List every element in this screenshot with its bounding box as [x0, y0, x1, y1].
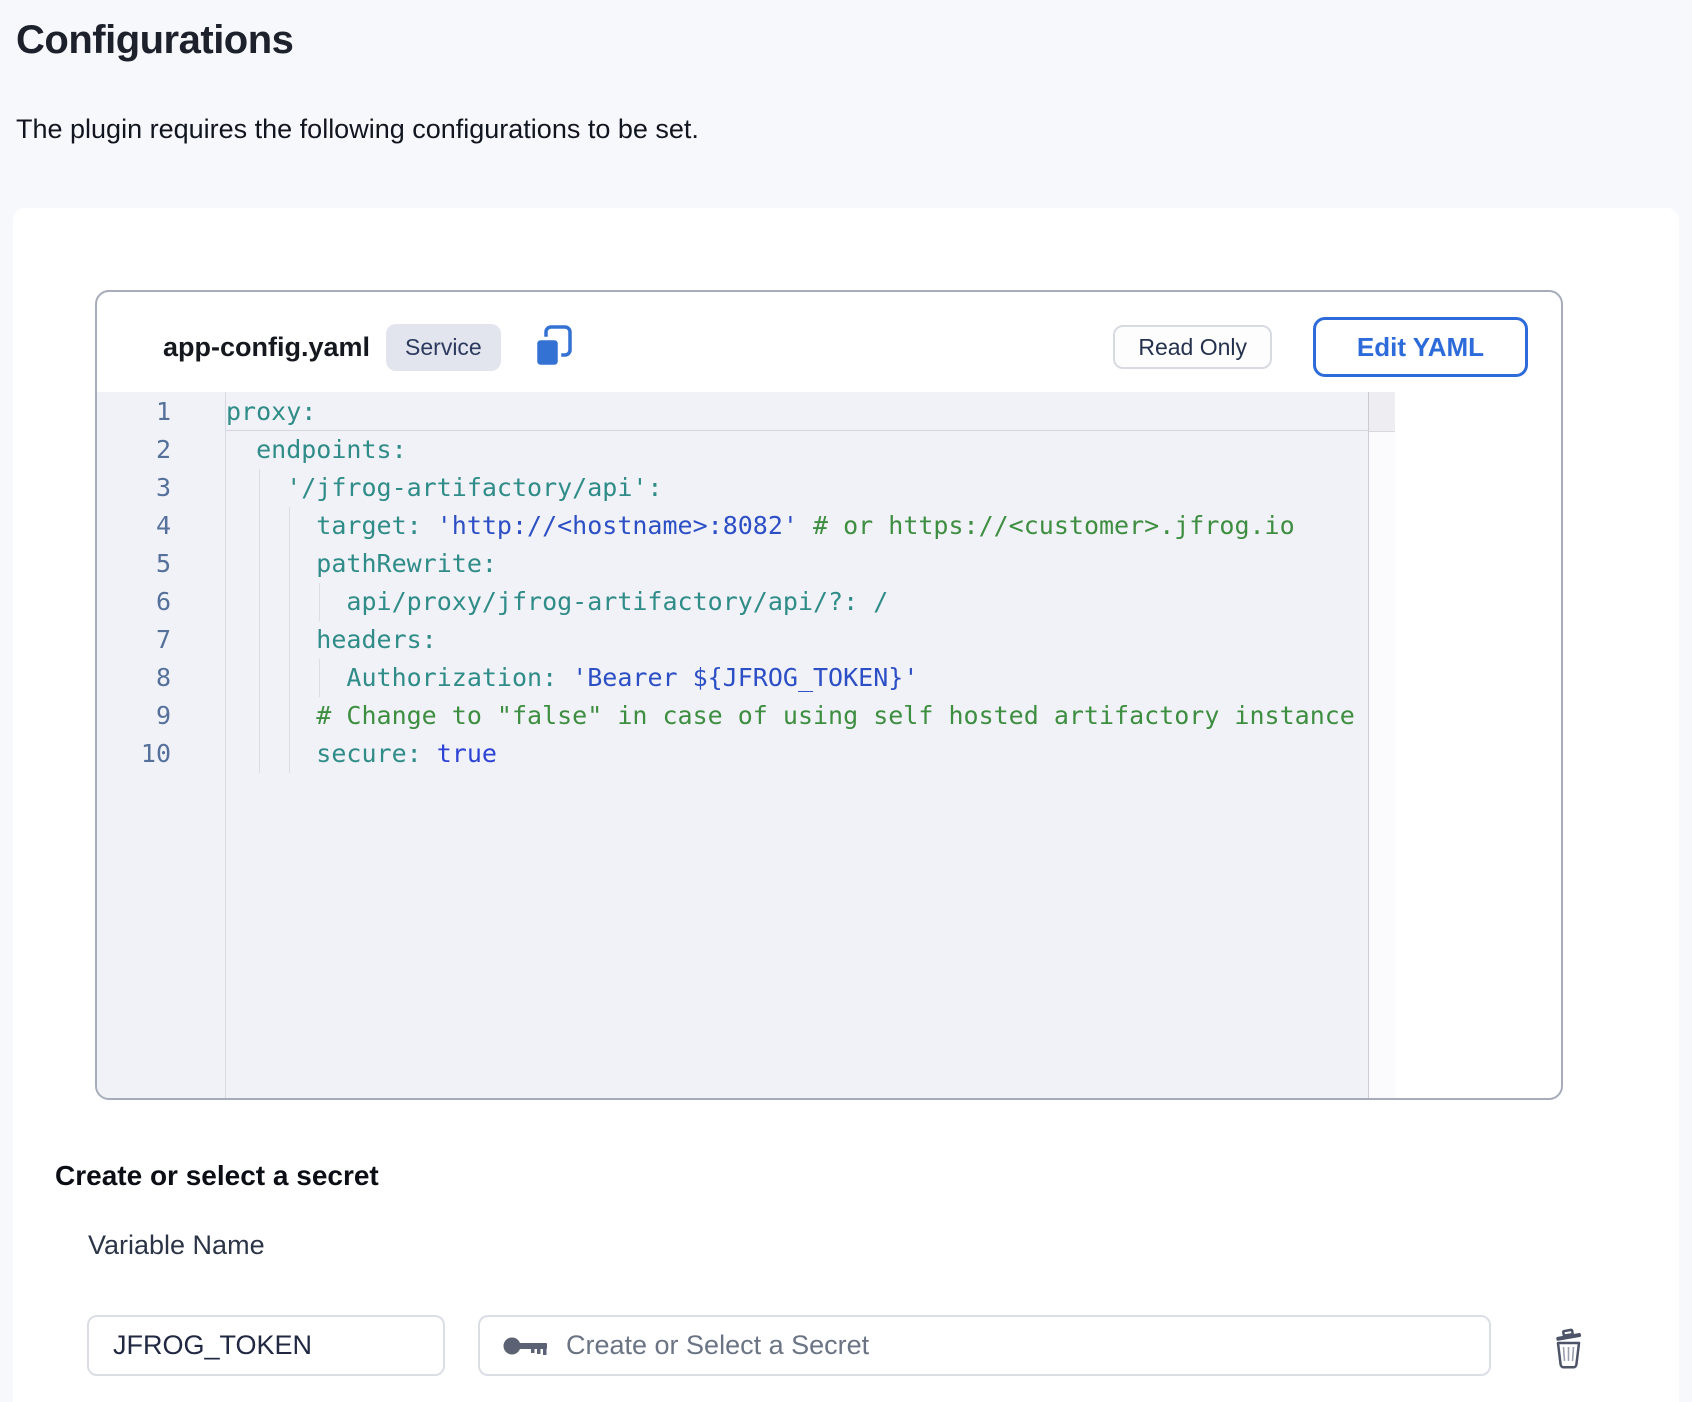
indent-guide: [289, 507, 290, 545]
code-line: 4 target: 'http://<hostname>:8082' # or …: [97, 507, 1368, 545]
line-number: 8: [97, 659, 226, 697]
indent-guide: [259, 583, 260, 621]
editor-scrollbar-corner: [1369, 392, 1395, 432]
indent-guide: [259, 697, 260, 735]
indent-guide: [289, 659, 290, 697]
code-line-text: '/jfrog-artifactory/api':: [226, 469, 1368, 507]
indent-guide: [259, 621, 260, 659]
code-line: 6 api/proxy/jfrog-artifactory/api/?: /: [97, 583, 1368, 621]
code-line-text: secure: true: [226, 735, 1368, 773]
trash-icon: [1549, 1326, 1587, 1370]
code-line: 9 # Change to "false" in case of using s…: [97, 697, 1368, 735]
code-line-text: proxy:: [226, 393, 1368, 431]
editor-card-header: app-config.yaml Service Read Only Edit Y…: [163, 316, 1528, 378]
edit-yaml-button[interactable]: Edit YAML: [1313, 317, 1528, 377]
code-line-text: headers:: [226, 621, 1368, 659]
code-line: 5 pathRewrite:: [97, 545, 1368, 583]
indent-guide: [289, 735, 290, 773]
line-number: 10: [97, 735, 226, 773]
code-line: 8 Authorization: 'Bearer ${JFROG_TOKEN}': [97, 659, 1368, 697]
indent-guide: [289, 583, 290, 621]
line-number: 2: [97, 431, 226, 469]
editor-scrollbar[interactable]: [1368, 392, 1395, 1098]
line-number: 9: [97, 697, 226, 735]
editor-card: app-config.yaml Service Read Only Edit Y…: [95, 290, 1563, 1100]
code-lines: 1proxy:2 endpoints:3 '/jfrog-artifactory…: [97, 393, 1368, 773]
code-line-text: pathRewrite:: [226, 545, 1368, 583]
indent-guide: [319, 583, 320, 621]
indent-guide: [289, 621, 290, 659]
line-number: 6: [97, 583, 226, 621]
code-line: 2 endpoints:: [97, 431, 1368, 469]
code-line-text: # Change to "false" in case of using sel…: [226, 697, 1368, 735]
secret-section-heading: Create or select a secret: [55, 1160, 379, 1192]
line-number: 4: [97, 507, 226, 545]
indent-guide: [289, 697, 290, 735]
page-title: Configurations: [16, 18, 293, 63]
indent-guide: [259, 507, 260, 545]
copy-icon: [532, 324, 574, 370]
indent-guide: [259, 545, 260, 583]
secret-select-placeholder: Create or Select a Secret: [566, 1330, 869, 1361]
delete-secret-button[interactable]: [1545, 1325, 1591, 1371]
content-panel: app-config.yaml Service Read Only Edit Y…: [13, 208, 1679, 1402]
indent-guide: [289, 545, 290, 583]
indent-guide: [259, 735, 260, 773]
secret-select-input[interactable]: Create or Select a Secret: [478, 1315, 1491, 1376]
service-badge: Service: [386, 324, 501, 371]
line-number: 7: [97, 621, 226, 659]
read-only-button[interactable]: Read Only: [1113, 325, 1272, 369]
variable-name-input[interactable]: [87, 1315, 445, 1376]
variable-name-label: Variable Name: [88, 1230, 265, 1261]
code-line: 7 headers:: [97, 621, 1368, 659]
copy-button[interactable]: [532, 324, 574, 370]
code-line: 10 secure: true: [97, 735, 1368, 773]
line-number: 1: [97, 393, 226, 431]
indent-guide: [259, 469, 260, 507]
code-line-text: Authorization: 'Bearer ${JFROG_TOKEN}': [226, 659, 1368, 697]
key-icon: [502, 1333, 550, 1359]
file-name: app-config.yaml: [163, 332, 370, 363]
page-subtitle: The plugin requires the following config…: [16, 114, 699, 145]
code-editor[interactable]: 1proxy:2 endpoints:3 '/jfrog-artifactory…: [97, 392, 1395, 1098]
code-line-text: api/proxy/jfrog-artifactory/api/?: /: [226, 583, 1368, 621]
code-line-text: target: 'http://<hostname>:8082' # or ht…: [226, 507, 1368, 545]
indent-guide: [319, 659, 320, 697]
code-line: 1proxy:: [97, 393, 1368, 431]
code-line: 3 '/jfrog-artifactory/api':: [97, 469, 1368, 507]
indent-guide: [259, 659, 260, 697]
line-number: 5: [97, 545, 226, 583]
line-number: 3: [97, 469, 226, 507]
code-line-text: endpoints:: [226, 431, 1368, 469]
